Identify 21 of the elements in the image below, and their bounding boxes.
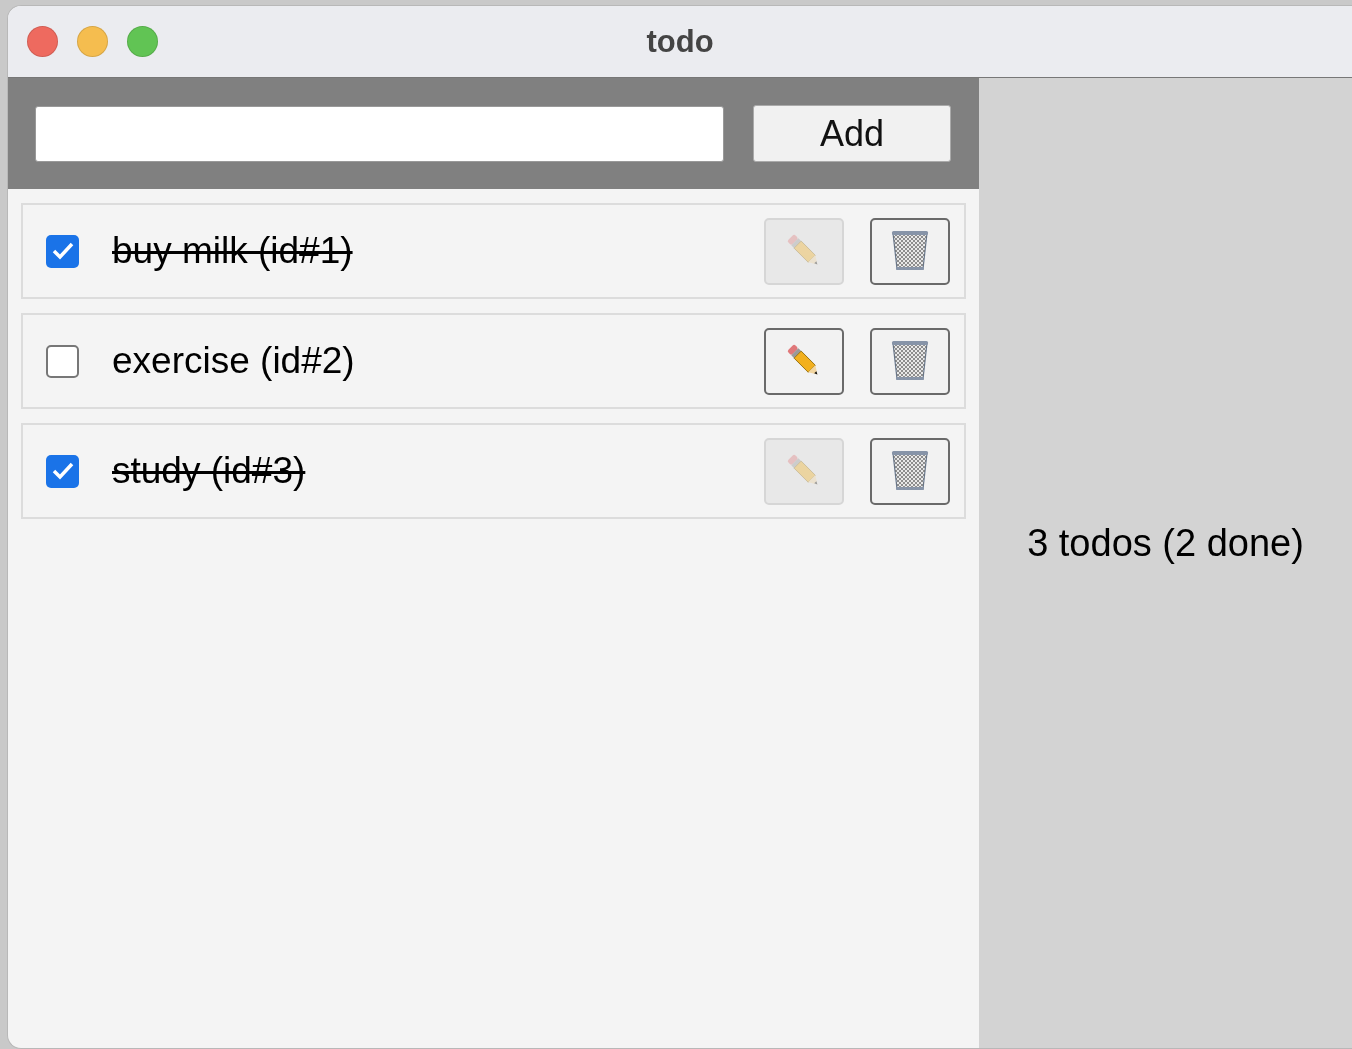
delete-button[interactable] [870,437,950,505]
delete-button[interactable] [870,217,950,285]
edit-button[interactable] [764,327,844,395]
todo-label: buy milk (id#1) [112,230,354,272]
close-button[interactable] [27,26,58,57]
summary-text: 3 todos (2 done) [1027,521,1304,565]
done-checkbox[interactable] [46,454,79,488]
todo-label: study (id#3) [112,450,307,492]
todo-label: exercise (id#2) [112,340,356,382]
done-checkbox[interactable] [46,344,79,378]
checkmark-icon [51,462,74,480]
done-checkbox[interactable] [46,234,79,268]
checkmark-icon [51,242,74,260]
todo-input-field[interactable] [35,105,724,162]
add-button[interactable]: Add [753,105,951,162]
zoom-button[interactable] [127,26,158,57]
wastebasket-icon [890,449,930,493]
delete-button[interactable] [870,327,950,395]
wastebasket-icon [890,229,930,273]
wastebasket-icon [890,339,930,383]
window-title: todo [646,23,714,60]
